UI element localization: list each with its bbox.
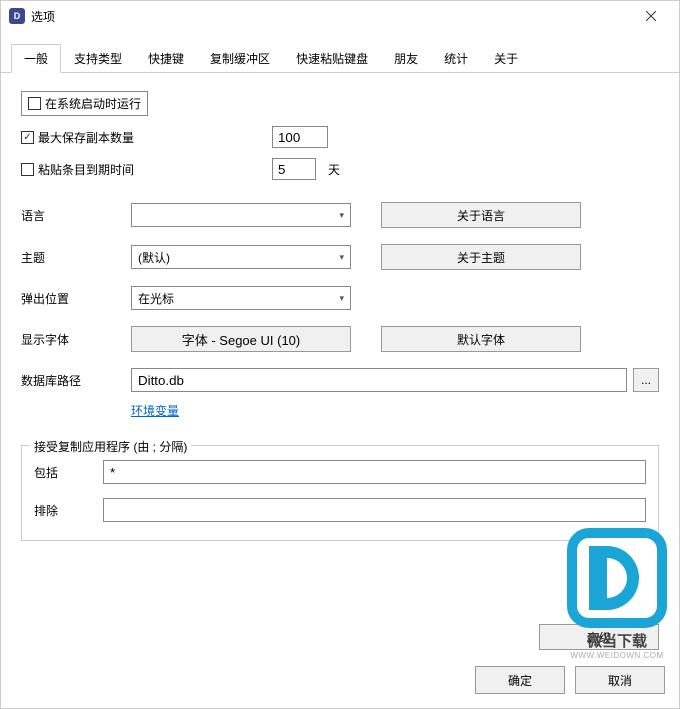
checkbox-icon bbox=[21, 163, 34, 176]
db-path-input[interactable] bbox=[131, 368, 627, 392]
tab-1[interactable]: 支持类型 bbox=[61, 44, 135, 73]
tab-2[interactable]: 快捷键 bbox=[135, 44, 197, 73]
chevron-down-icon: ▾ bbox=[339, 252, 344, 263]
popup-label: 弹出位置 bbox=[21, 290, 131, 307]
app-icon: D bbox=[9, 8, 25, 24]
max-copies-checkbox[interactable]: ✓ 最大保存副本数量 bbox=[21, 129, 134, 146]
tab-bar: 一般支持类型快捷键复制缓冲区快速粘贴键盘朋友统计关于 bbox=[1, 43, 679, 73]
checkbox-icon: ✓ bbox=[21, 131, 34, 144]
default-font-button[interactable]: 默认字体 bbox=[381, 326, 581, 352]
close-button[interactable] bbox=[631, 2, 671, 30]
env-vars-link[interactable]: 环境变量 bbox=[131, 402, 659, 419]
expire-input[interactable] bbox=[272, 158, 316, 180]
tab-4[interactable]: 快速粘贴键盘 bbox=[283, 44, 381, 73]
popup-select[interactable]: 在光标 ▾ bbox=[131, 286, 351, 310]
window-title: 选项 bbox=[31, 8, 631, 25]
about-theme-button[interactable]: 关于主题 bbox=[381, 244, 581, 270]
font-button[interactable]: 字体 - Segoe UI (10) bbox=[131, 326, 351, 352]
chevron-down-icon: ▾ bbox=[339, 293, 344, 304]
font-label: 显示字体 bbox=[21, 331, 131, 348]
language-select[interactable]: ▾ bbox=[131, 203, 351, 227]
include-input[interactable] bbox=[103, 460, 646, 484]
chevron-down-icon: ▾ bbox=[339, 210, 344, 221]
tab-7[interactable]: 关于 bbox=[481, 44, 531, 73]
theme-value: (默认) bbox=[138, 249, 170, 266]
titlebar: D 选项 bbox=[1, 1, 679, 31]
run-on-startup-checkbox[interactable]: 在系统启动时运行 bbox=[21, 91, 148, 116]
exclude-input[interactable] bbox=[103, 498, 646, 522]
language-label: 语言 bbox=[21, 207, 131, 224]
tab-0[interactable]: 一般 bbox=[11, 44, 61, 73]
dialog-buttons: 确定 取消 bbox=[475, 666, 665, 694]
about-language-button[interactable]: 关于语言 bbox=[381, 202, 581, 228]
tab-content-general: 在系统启动时运行 ✓ 最大保存副本数量 粘贴条目到期时间 天 语言 ▾ 关于语言… bbox=[1, 73, 679, 559]
run-on-startup-label: 在系统启动时运行 bbox=[45, 95, 141, 112]
ok-button[interactable]: 确定 bbox=[475, 666, 565, 694]
tab-6[interactable]: 统计 bbox=[431, 44, 481, 73]
cancel-button[interactable]: 取消 bbox=[575, 666, 665, 694]
tab-5[interactable]: 朋友 bbox=[381, 44, 431, 73]
max-copies-input[interactable] bbox=[272, 126, 328, 148]
apps-group-title: 接受复制应用程序 (由 ; 分隔) bbox=[30, 438, 191, 455]
advanced-button[interactable]: 高级 bbox=[539, 624, 659, 650]
expire-label: 粘贴条目到期时间 bbox=[38, 161, 134, 178]
exclude-label: 排除 bbox=[34, 502, 103, 519]
expire-checkbox[interactable]: 粘贴条目到期时间 bbox=[21, 161, 134, 178]
checkbox-icon bbox=[28, 97, 41, 110]
watermark-url: WWW.WEIDOWN.COM bbox=[567, 651, 667, 660]
include-label: 包括 bbox=[34, 464, 103, 481]
max-copies-label: 最大保存副本数量 bbox=[38, 129, 134, 146]
tab-3[interactable]: 复制缓冲区 bbox=[197, 44, 283, 73]
expire-unit: 天 bbox=[328, 161, 340, 178]
apps-groupbox: 接受复制应用程序 (由 ; 分隔) 包括 排除 bbox=[21, 445, 659, 541]
popup-value: 在光标 bbox=[138, 290, 174, 307]
theme-label: 主题 bbox=[21, 249, 131, 266]
browse-button[interactable]: ... bbox=[633, 368, 659, 392]
db-path-label: 数据库路径 bbox=[21, 372, 131, 389]
theme-select[interactable]: (默认) ▾ bbox=[131, 245, 351, 269]
